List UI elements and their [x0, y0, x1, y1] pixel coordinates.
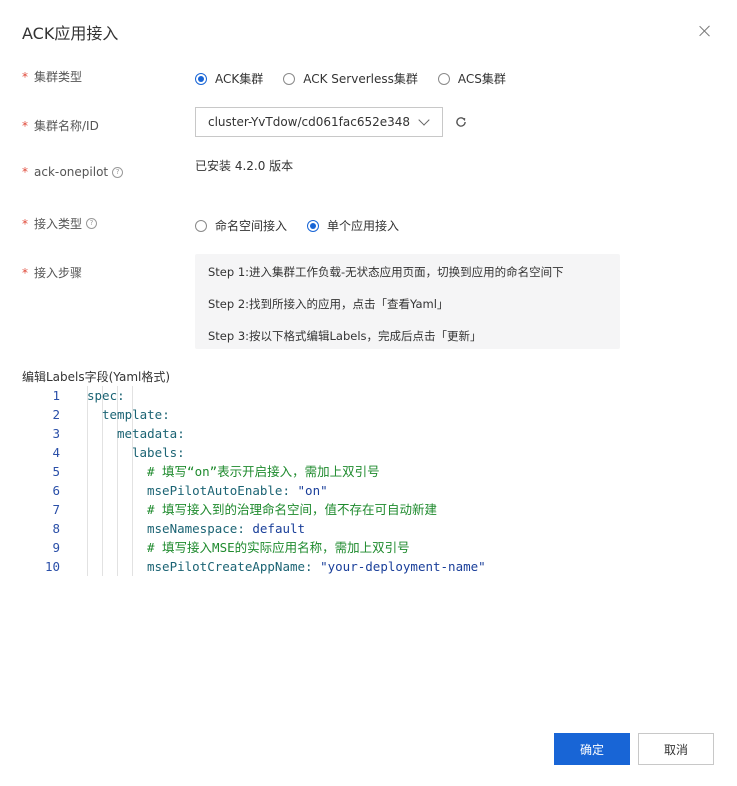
- code-key: msePilotCreateAppName: [147, 559, 306, 574]
- code-content: # 填写接入到的治理命名空间，值不存在可自动新建: [147, 500, 437, 519]
- refresh-icon[interactable]: [455, 116, 467, 128]
- line-number: 1: [52, 388, 60, 403]
- line-number: 3: [52, 426, 60, 441]
- required-mark: *: [22, 265, 28, 280]
- cluster-type-radio-group: ACK集群 ACK Serverless集群 ACS集群: [195, 70, 526, 87]
- radio-label: ACK集群: [215, 72, 264, 86]
- cluster-type-label: * 集群类型: [22, 68, 82, 85]
- step-text: Step 1:进入集群工作负载-无状态应用页面，切换到应用的命名空间下: [208, 265, 564, 279]
- radio-ack-serverless[interactable]: ACK Serverless集群: [283, 70, 418, 87]
- help-icon[interactable]: ?: [112, 166, 124, 178]
- required-mark: *: [22, 69, 28, 84]
- code-content: mseNamespace: default: [147, 519, 305, 538]
- radio-unchecked-icon: [195, 219, 207, 232]
- steps-box: Step 1:进入集群工作负载-无状态应用页面，切换到应用的命名空间下 Step…: [195, 254, 620, 349]
- chevron-down-icon: [418, 114, 430, 126]
- radio-unchecked-icon: [283, 72, 296, 85]
- code-key: mseNamespace: [147, 521, 238, 536]
- code-separator: :: [177, 426, 185, 441]
- cancel-button[interactable]: 取消: [638, 733, 714, 765]
- line-number: 10: [44, 559, 60, 574]
- help-icon[interactable]: ?: [86, 218, 98, 229]
- code-content: template:: [102, 405, 170, 424]
- code-separator: :: [117, 388, 125, 403]
- code-comment: # 填写接入MSE的实际应用名称，需加上双引号: [147, 540, 410, 555]
- radio-label: ACK Serverless集群: [303, 72, 418, 86]
- access-type-label: * 接入类型 ?: [22, 215, 98, 232]
- code-content: msePilotCreateAppName: "your-deployment-…: [147, 557, 486, 576]
- step-text: Step 2:找到所接入的应用，点击「查看Yaml」: [208, 297, 449, 311]
- access-type-label-text: 接入类型: [34, 217, 83, 231]
- line-number: 4: [52, 445, 60, 460]
- cluster-type-label-text: 集群类型: [34, 70, 83, 84]
- required-mark: *: [22, 118, 28, 133]
- code-content: labels:: [132, 443, 185, 462]
- code-key: msePilotAutoEnable: [147, 483, 283, 498]
- radio-unchecked-icon: [437, 72, 450, 85]
- code-separator: :: [305, 559, 321, 574]
- code-separator: :: [237, 521, 253, 536]
- radio-label: 命名空间接入: [215, 219, 288, 233]
- cluster-select[interactable]: cluster-YvTdow/cd061fac652e348f9a...: [195, 107, 443, 137]
- radio-namespace-access[interactable]: 命名空间接入: [195, 217, 287, 234]
- code-key: template: [102, 407, 163, 422]
- dialog-title: ACK应用接入: [22, 24, 119, 43]
- radio-checked-icon: [307, 219, 320, 232]
- cluster-name-label: * 集群名称/ID: [22, 117, 99, 134]
- code-content: spec:: [87, 386, 125, 405]
- code-content: metadata:: [117, 424, 185, 443]
- code-comment: # 填写接入到的治理命名空间，值不存在可自动新建: [147, 502, 438, 517]
- code-editor-label: 编辑Labels字段(Yaml格式): [22, 370, 171, 384]
- radio-acs-cluster[interactable]: ACS集群: [437, 70, 506, 87]
- code-value: default: [252, 521, 306, 536]
- steps-label: * 接入步骤: [22, 264, 82, 281]
- code-key: spec: [87, 388, 118, 403]
- radio-checked-icon: [195, 72, 207, 85]
- step-text: Step 3:按以下格式编辑Labels，完成后点击「更新」: [208, 329, 482, 343]
- radio-single-app-access[interactable]: 单个应用接入: [307, 217, 399, 234]
- code-key: metadata: [117, 426, 178, 441]
- code-key: labels: [132, 445, 178, 460]
- indent-guide: [87, 386, 88, 576]
- line-number: 2: [52, 407, 60, 422]
- code-value: "on": [297, 483, 328, 498]
- radio-label: ACS集群: [457, 72, 506, 86]
- access-type-radio-group: 命名空间接入 单个应用接入: [195, 217, 419, 234]
- radio-ack-cluster[interactable]: ACK集群: [195, 70, 263, 87]
- code-separator: :: [162, 407, 170, 422]
- code-comment: # 填写“on”表示开启接入，需加上双引号: [147, 464, 380, 479]
- radio-label: 单个应用接入: [327, 219, 400, 233]
- code-separator: :: [282, 483, 298, 498]
- confirm-button[interactable]: 确定: [554, 733, 630, 765]
- onepilot-label-text: ack-onepilot: [34, 165, 109, 179]
- cluster-select-value: cluster-YvTdow/cd061fac652e348f9a...: [208, 115, 410, 129]
- line-number: 8: [52, 521, 60, 536]
- steps-label-text: 接入步骤: [34, 266, 83, 280]
- onepilot-label: * ack-onepilot ?: [22, 165, 124, 179]
- line-number: 9: [52, 540, 60, 555]
- required-mark: *: [22, 165, 28, 179]
- code-separator: :: [177, 445, 185, 460]
- line-number: 7: [52, 502, 60, 517]
- required-mark: *: [22, 216, 28, 231]
- cluster-name-label-text: 集群名称/ID: [34, 119, 99, 133]
- code-value: "your-deployment-name": [320, 559, 486, 574]
- code-content: # 填写“on”表示开启接入，需加上双引号: [147, 462, 380, 481]
- close-icon[interactable]: [698, 24, 712, 38]
- code-content: # 填写接入MSE的实际应用名称，需加上双引号: [147, 538, 410, 557]
- line-number: 6: [52, 483, 60, 498]
- onepilot-status: 已安装 4.2.0 版本: [195, 159, 294, 173]
- code-content: msePilotAutoEnable: "on": [147, 481, 328, 500]
- line-number: 5: [52, 464, 60, 479]
